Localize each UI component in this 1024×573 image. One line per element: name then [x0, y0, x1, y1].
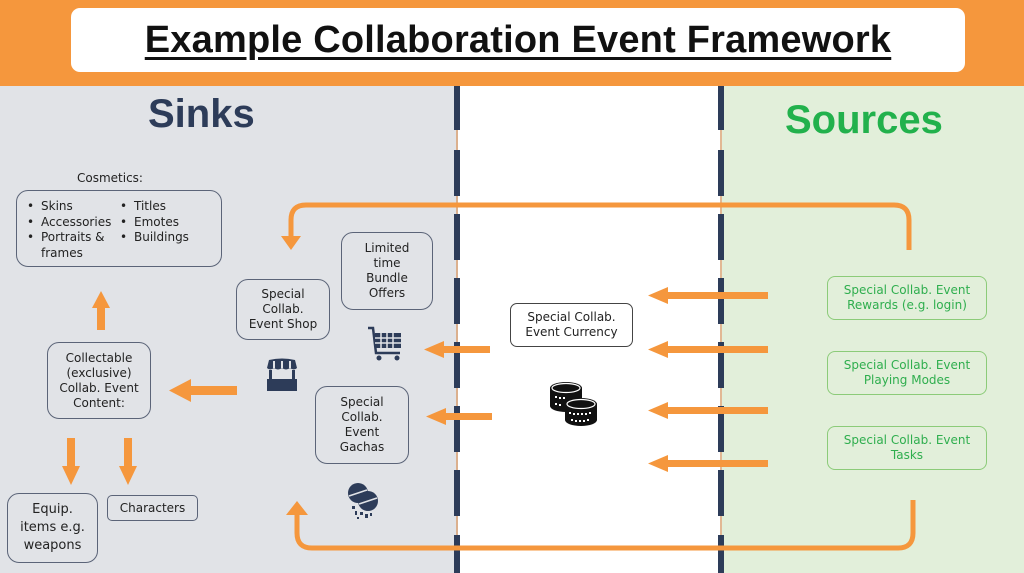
arrow-rewards-to-currency: [648, 287, 768, 304]
bundle-line: Limited: [364, 241, 410, 255]
shopping-cart-icon: [368, 326, 401, 361]
bundle-line: Offers: [368, 286, 406, 300]
cosmetics-heading: Cosmetics:: [77, 171, 143, 185]
gacha-line: Gachas: [339, 440, 385, 454]
event-gachas-box: Special Collab. Event Gachas: [315, 386, 409, 464]
source-rewards-box: Special Collab. Event Rewards (e.g. logi…: [827, 276, 987, 320]
collectable-line: Collab. Event: [59, 380, 139, 395]
top-loop-arrowhead: [281, 236, 301, 250]
currency-line: Event Currency: [525, 325, 618, 339]
source-line: Playing Modes: [863, 373, 951, 387]
characters-label: Characters: [119, 500, 186, 515]
bundle-line: time: [373, 256, 401, 270]
arrow-modes-to-currency: [648, 341, 768, 358]
shop-line: Special: [261, 287, 305, 301]
bundle-line: Bundle: [366, 271, 408, 285]
coin-stack-icon: [550, 382, 597, 426]
arrow-collectable-to-characters: [119, 438, 137, 485]
gacha-capsule-icon: [348, 483, 378, 519]
equip-items-box: Equip. items e.g. weapons: [7, 493, 98, 563]
cosmetics-col-1: Skins Accessories Portraits & frames: [27, 199, 111, 261]
cosmetic-item: Skins: [27, 199, 111, 215]
source-playing-modes-box: Special Collab. Event Playing Modes: [827, 351, 987, 395]
characters-box: Characters: [107, 495, 198, 521]
gacha-line: Collab.: [341, 410, 383, 424]
left-divider: [454, 86, 460, 573]
collectable-line: Content:: [73, 395, 125, 410]
shop-line: Event Shop: [248, 317, 318, 331]
collectable-line: Collectable: [65, 350, 133, 365]
cosmetics-box: Skins Accessories Portraits & frames Tit…: [16, 190, 222, 267]
equip-line: Equip.: [32, 502, 73, 517]
source-line: Rewards (e.g. login): [847, 298, 967, 312]
arrow-tasks-to-currency-2: [648, 455, 768, 472]
gacha-line: Event: [344, 425, 380, 439]
arrow-tasks-to-currency-1: [648, 402, 768, 419]
bottom-loop-arrow: [294, 500, 916, 551]
cosmetic-item: Accessories: [27, 215, 111, 231]
currency-line: Special Collab.: [527, 310, 616, 324]
cosmetics-col-2: Titles Emotes Buildings: [120, 199, 189, 246]
equip-line: items e.g.: [20, 520, 85, 535]
cosmetic-item: Portraits &: [27, 230, 111, 246]
arrow-collectable-to-equip: [62, 438, 80, 485]
gacha-line: Special: [340, 395, 384, 409]
cosmetic-item: Buildings: [120, 230, 189, 246]
source-line: Special Collab. Event: [843, 283, 971, 297]
equip-line: weapons: [23, 538, 82, 553]
arrow-collectable-to-cosmetics: [92, 291, 110, 330]
shop-line: Collab.: [262, 302, 304, 316]
cosmetic-item: Emotes: [120, 215, 189, 231]
source-line: Special Collab. Event: [843, 433, 971, 447]
arrow-shop-to-collectable: [169, 379, 237, 402]
event-shop-box: Special Collab. Event Shop: [236, 279, 330, 340]
shop-stall-icon: [267, 358, 297, 391]
source-line: Special Collab. Event: [843, 358, 971, 372]
collectable-content-box: Collectable (exclusive) Collab. Event Co…: [47, 342, 151, 419]
collectable-line: (exclusive): [66, 365, 132, 380]
event-currency-box: Special Collab. Event Currency: [510, 303, 633, 347]
cosmetic-item-continued: frames: [41, 245, 83, 260]
cosmetic-item: Titles: [120, 199, 189, 215]
source-tasks-box: Special Collab. Event Tasks: [827, 426, 987, 470]
right-divider: [718, 86, 724, 573]
bottom-loop-arrowhead: [286, 501, 308, 515]
bundle-offers-box: Limited time Bundle Offers: [341, 232, 433, 310]
source-line: Tasks: [890, 448, 924, 462]
